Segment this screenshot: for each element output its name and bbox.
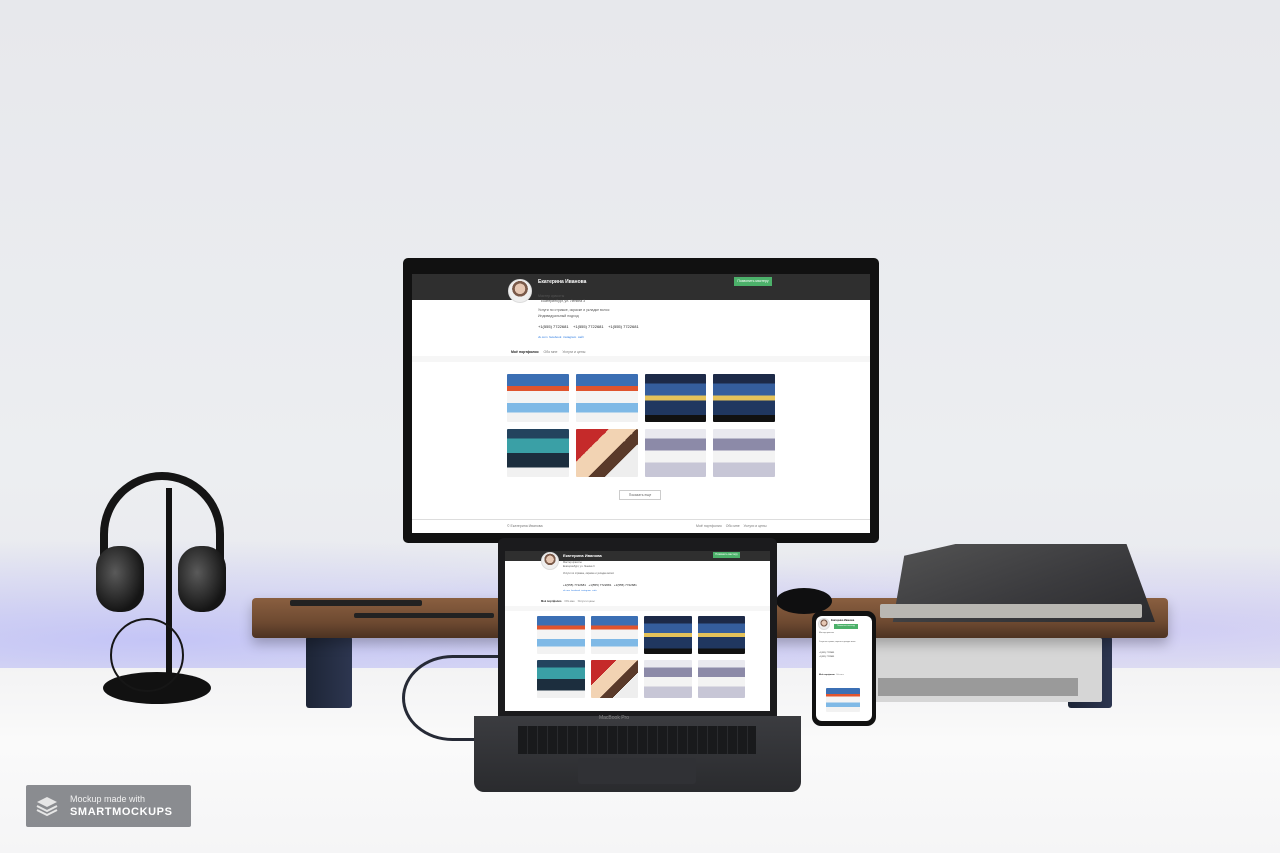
phone-number[interactable]: +1(555) 7722681 — [538, 324, 569, 329]
portfolio-thumbnail[interactable] — [537, 660, 585, 698]
portfolio-thumbnail[interactable] — [697, 616, 745, 654]
footer-copyright: © Екатерина Иванова — [507, 524, 543, 528]
profile-avatar — [818, 618, 830, 630]
speaker-base — [880, 604, 1142, 618]
contact-button[interactable]: Позвонить мастеру — [713, 552, 740, 558]
headphone-cable — [110, 618, 184, 692]
social-link-facebook[interactable]: facebook — [549, 335, 561, 339]
smartphone: Екатерина Иванова Позвонить мастеру Маст… — [812, 611, 876, 726]
profile-role: Мастер красоты — [563, 561, 582, 564]
portfolio-thumbnail[interactable] — [537, 616, 585, 654]
phone-number[interactable]: +1(555) 7722681 — [608, 324, 639, 329]
profile-description: Услуги по стрижке, окраске и укладке вол… — [538, 308, 610, 312]
portfolio-grid — [507, 374, 775, 477]
laptop-base: MacBook Pro — [474, 715, 801, 792]
portfolio-thumbnail[interactable] — [826, 688, 860, 712]
laptop-trackpad — [578, 758, 696, 784]
tab-portfolio[interactable]: Моё портфолио — [511, 350, 539, 354]
profile-avatar — [541, 552, 559, 570]
social-link-vk[interactable]: vk.com — [538, 335, 548, 339]
phone-number[interactable]: +1(555) 7722681 — [563, 583, 586, 587]
profile-name: Екатерина Иванова — [538, 279, 587, 285]
profile-description: Услуги по стрижке, окраске и укладке вол… — [819, 641, 856, 643]
portfolio-thumbnail[interactable] — [507, 429, 569, 477]
tab-about[interactable]: Обо мне — [544, 350, 558, 354]
watch-charger — [354, 613, 494, 618]
contact-button[interactable]: Позвонить мастеру — [734, 277, 772, 286]
site-header — [412, 274, 870, 300]
shelf-storage-items — [872, 638, 1102, 702]
headphones-left-cup — [96, 546, 144, 612]
profile-avatar — [508, 279, 532, 303]
social-link-instagram[interactable]: instagram — [563, 335, 576, 339]
laptop-label: MacBook Pro — [598, 715, 629, 721]
profile-description-2: Индивидуальный подход — [538, 314, 579, 318]
headphones-right-cup — [178, 546, 226, 612]
social-link-facebook[interactable]: facebook — [571, 590, 580, 592]
phone-number[interactable]: +1(555) 7722681 — [614, 583, 637, 587]
social-link-site[interactable]: сайт — [578, 335, 584, 339]
phone-number[interactable]: +1(555) 7722681 — [819, 656, 834, 658]
tab-services[interactable]: Услуги и цены — [578, 600, 595, 603]
laptop: Екатерина Иванова Позвонить мастеру Маст… — [498, 538, 777, 716]
footer-link-services[interactable]: Услуги и цены — [744, 524, 767, 528]
tab-about[interactable]: Обо мне — [836, 674, 844, 676]
phone-number[interactable]: +1(555) 7722681 — [573, 324, 604, 329]
profile-role: Мастер красоты — [538, 294, 565, 298]
tab-services[interactable]: Услуги и цены — [562, 350, 585, 354]
portfolio-thumbnail[interactable] — [713, 429, 775, 477]
smartmockups-watermark: Mockup made with SMARTMOCKUPS — [26, 785, 191, 827]
portfolio-thumbnail[interactable] — [713, 374, 775, 422]
tab-portfolio[interactable]: Моё портфолио — [541, 600, 561, 603]
laptop-keyboard — [518, 726, 756, 754]
portfolio-thumbnail[interactable] — [644, 616, 692, 654]
phone-screen: Екатерина Иванова Позвонить мастеру Маст… — [816, 616, 872, 721]
profile-location: Екатеринбург, ул. Ленина 3 — [541, 299, 586, 303]
portfolio-thumbnail[interactable] — [644, 374, 707, 422]
watermark-line-1: Mockup made with — [70, 794, 146, 804]
show-more-button[interactable]: Показать еще — [619, 490, 661, 500]
footer-link-portfolio[interactable]: Моё портфолио — [696, 524, 722, 528]
portfolio-thumbnail[interactable] — [590, 616, 638, 654]
portfolio-thumbnail[interactable] — [644, 429, 707, 477]
phone-number[interactable]: +1(555) 7722681 — [819, 652, 834, 654]
tab-portfolio[interactable]: Моё портфолио — [819, 674, 835, 676]
layers-icon — [36, 797, 58, 817]
profile-name: Екатерина Иванова — [831, 619, 855, 622]
portfolio-thumbnail[interactable] — [575, 429, 638, 477]
profile-role: Мастер красоты — [819, 632, 835, 634]
profile-description: Услуги по стрижке, окраске и укладке вол… — [563, 572, 615, 575]
profile-location: Екатеринбург, ул. Ленина 3 — [563, 565, 595, 568]
smartphone-on-shelf — [290, 600, 422, 606]
contact-button[interactable]: Позвонить мастеру — [834, 624, 858, 629]
portfolio-thumbnail[interactable] — [644, 660, 692, 698]
social-link-vk[interactable]: vk.com — [563, 590, 570, 592]
footer-link-about[interactable]: Обо мне — [726, 524, 740, 528]
watermark-line-2: SMARTMOCKUPS — [70, 806, 173, 818]
monitor-screen: Екатерина Иванова Позвонить мастеру Маст… — [412, 274, 870, 533]
phone-number[interactable]: +1(555) 7722681 — [588, 583, 611, 587]
tab-about[interactable]: Обо мне — [564, 600, 574, 603]
social-link-instagram[interactable]: instagram — [581, 590, 591, 592]
desktop-monitor: Екатерина Иванова Позвонить мастеру Маст… — [403, 258, 879, 543]
social-link-site[interactable]: сайт — [592, 590, 597, 592]
shelf-left-leg — [306, 636, 352, 708]
portfolio-thumbnail[interactable] — [697, 660, 745, 698]
portfolio-thumbnail[interactable] — [575, 374, 638, 422]
portfolio-thumbnail[interactable] — [590, 660, 638, 698]
profile-name: Екатерина Иванова — [563, 553, 602, 558]
portfolio-thumbnail[interactable] — [507, 374, 569, 422]
laptop-screen: Екатерина Иванова Позвонить мастеру Маст… — [505, 551, 770, 711]
portfolio-grid — [537, 616, 745, 698]
